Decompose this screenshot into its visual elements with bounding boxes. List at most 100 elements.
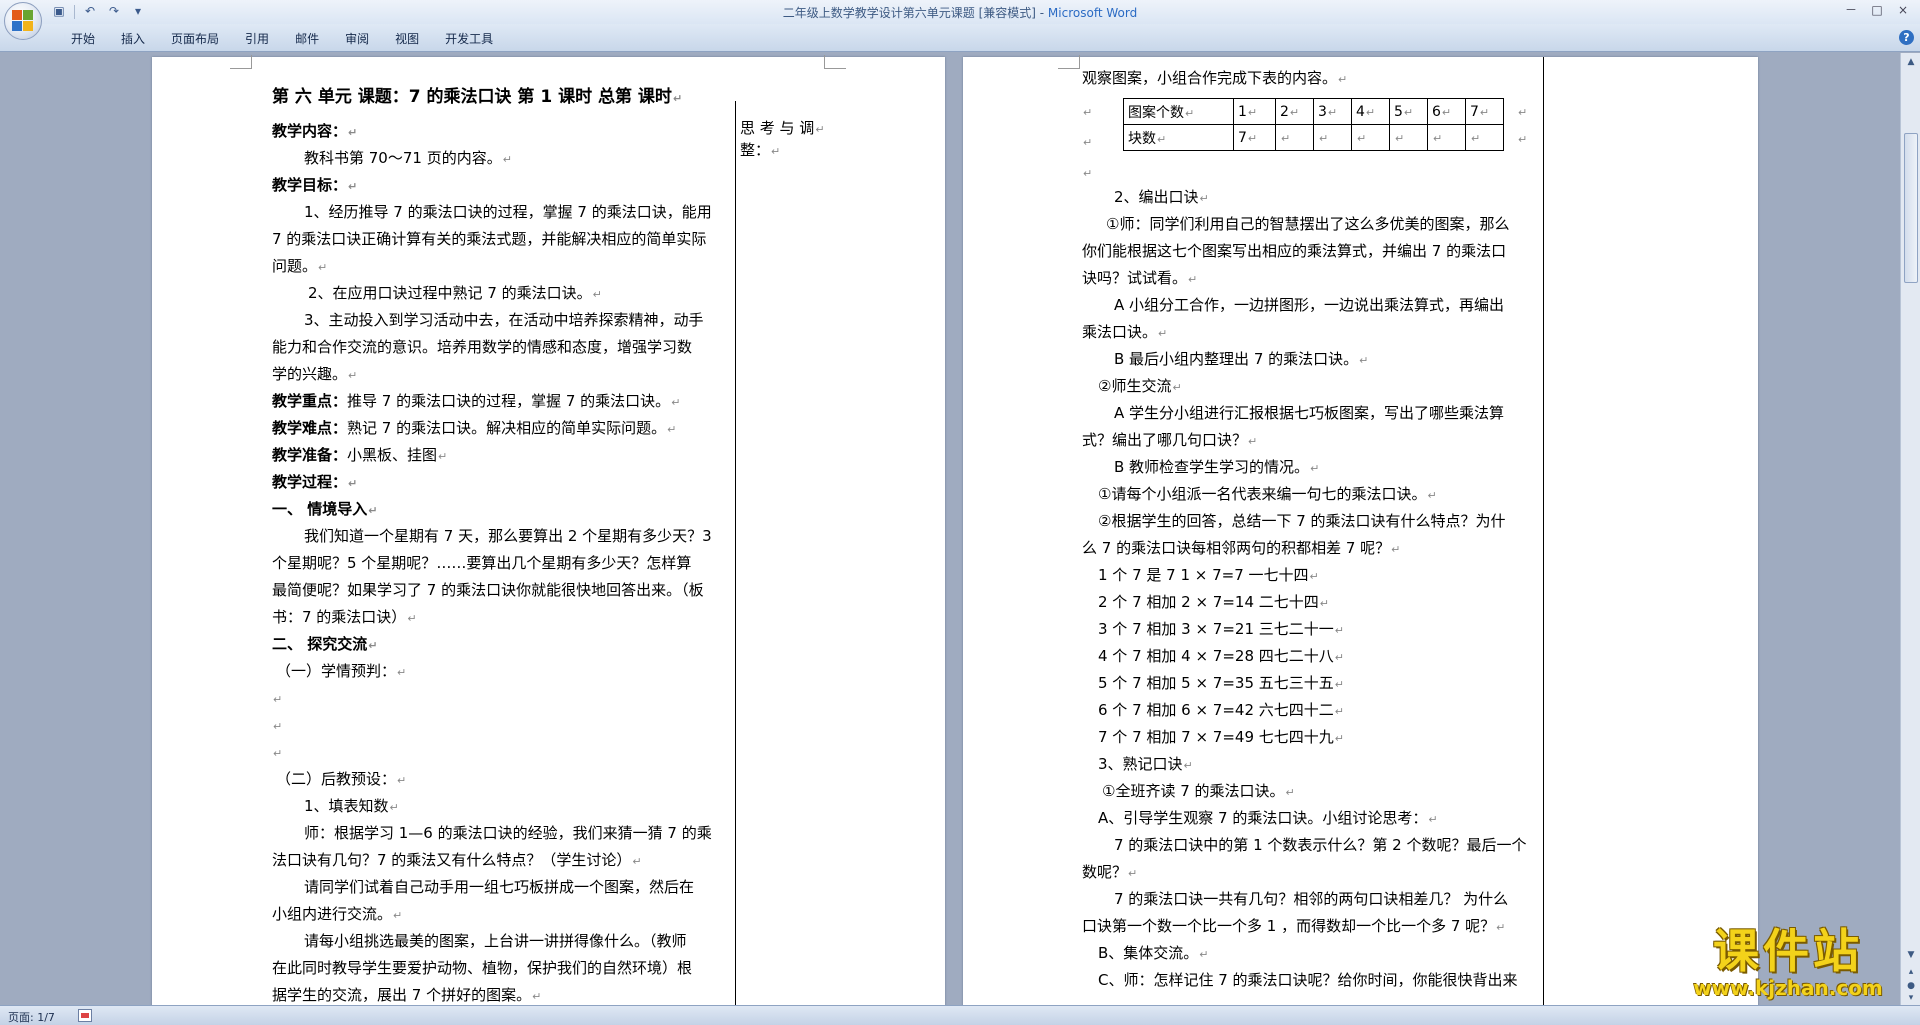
- paragraph: 教学重点：推导 7 的乘法口诀的过程，掌握 7 的乘法口诀。↵: [272, 392, 681, 410]
- paragraph: 3、主动投入到学习活动中去，在活动中培养探索精神，动手: [304, 311, 704, 329]
- paragraph-mark: ↵: [1083, 167, 1093, 180]
- paragraph: 在此同时教导学生要爱护动物、植物，保护我们的自然环境）根: [272, 959, 693, 977]
- paragraph: 口诀第一个数一个比一个多 1 ，而得数却一个比一个多 7 呢？↵: [1082, 917, 1506, 935]
- paragraph: 能力和合作交流的意识。培养用数学的情感和态度，增强学习数: [272, 338, 693, 356]
- document-area[interactable]: 第 六 单元 课题：7 的乘法口诀 第 1 课时 总第 课时↵ 思 考 与 调↵…: [0, 53, 1900, 1005]
- paragraph: 7 的乘法口诀正确计算有关的乘法式题，并能解决相应的简单实际: [272, 230, 707, 248]
- paragraph: 个星期呢？5 个星期呢？……要算出几个星期有多少天？怎样算: [272, 554, 692, 572]
- paragraph: 2、编出口诀↵: [1114, 188, 1209, 206]
- paragraph: 7 的乘法口诀一共有几句？相邻的两句口诀相差几？ 为什么: [1114, 890, 1509, 908]
- tab-page-layout[interactable]: 页面布局: [158, 30, 232, 47]
- close-button[interactable]: ×: [1890, 0, 1916, 20]
- paragraph: 最简便呢？如果学习了 7 的乘法口诀你就能很快地回答出来。（板: [272, 581, 704, 599]
- page-count[interactable]: 页面: 1/7: [8, 1009, 55, 1025]
- paragraph: 法口诀有几句？7 的乘法又有什么特点？（学生讨论）↵: [272, 851, 642, 869]
- paragraph: （一）学情预判：↵: [276, 662, 407, 680]
- paragraph: A、引导学生观察 7 的乘法口诀。小组讨论思考：↵: [1098, 809, 1438, 827]
- paragraph: ②根据学生的回答，总结一下 7 的乘法口诀有什么特点？为什: [1098, 512, 1506, 530]
- paragraph: ①请每个小组派一名代表来编一句七的乘法口诀。↵: [1098, 485, 1437, 503]
- paragraph: ①师：同学们利用自己的智慧摆出了这么多优美的图案，那么: [1106, 215, 1510, 233]
- scroll-thumb[interactable]: [1904, 133, 1918, 283]
- table-cell: 5↵: [1389, 98, 1428, 125]
- paragraph: 师：根据学习 1—6 的乘法口诀的经验，我们来猜一猜 7 的乘: [304, 824, 712, 842]
- office-button[interactable]: [4, 2, 42, 40]
- table-cell: ↵: [1465, 124, 1504, 151]
- table-cell: 1↵: [1233, 98, 1276, 125]
- help-icon[interactable]: ?: [1899, 30, 1914, 45]
- multiplication-row: 4 个 7 相加 4 × 7=28 四七二十八↵: [1098, 647, 1344, 665]
- paragraph-mark: ↵: [1083, 106, 1093, 119]
- proofing-icon[interactable]: [78, 1009, 92, 1022]
- lesson-header: 第 六 单元 课题：7 的乘法口诀 第 1 课时 总第 课时↵: [272, 87, 683, 107]
- table-cell: 2↵: [1275, 98, 1314, 125]
- paragraph: B 最后小组内整理出 7 的乘法口诀。↵: [1114, 350, 1369, 368]
- paragraph: 7 的乘法口诀中的第 1 个数表示什么？第 2 个数呢？最后一个: [1114, 836, 1527, 854]
- paragraph: （二）后教预设：↵: [276, 770, 407, 788]
- multiplication-row: 1 个 7 是 7 1 × 7=7 一七十四↵: [1098, 566, 1319, 584]
- title-bar: ▣ ↶ ↷ ▾ 二年级上数学教学设计第六单元课题 [兼容模式] - Micros…: [0, 0, 1920, 24]
- table-cell: 7↵: [1465, 98, 1504, 125]
- multiplication-row: 6 个 7 相加 6 × 7=42 六七四十二↵: [1098, 701, 1344, 719]
- paragraph: 教科书第 70～71 页的内容。↵: [304, 149, 512, 167]
- table-cell: ↵: [1351, 124, 1390, 151]
- paragraph: 我们知道一个星期有 7 天，那么要算出 2 个星期有多少天？3: [304, 527, 712, 545]
- crop-mark: [1058, 55, 1080, 69]
- minimize-button[interactable]: －: [1838, 0, 1864, 20]
- empty-paragraph: ↵: [273, 747, 283, 760]
- table-cell: 图案个数↵: [1123, 98, 1234, 125]
- paragraph: 小组内进行交流。↵: [272, 905, 403, 923]
- table-cell: ↵: [1427, 124, 1466, 151]
- app-name: Microsoft Word: [1047, 6, 1138, 20]
- paragraph: 1、填表知数↵: [304, 797, 399, 815]
- ribbon-tabs: 开始 插入 页面布局 引用 邮件 审阅 视图 开发工具: [58, 30, 506, 47]
- window-controls: － □ ×: [1838, 0, 1916, 20]
- pattern-table: 图案个数↵ 1↵ 2↵ 3↵ 4↵ 5↵ 6↵ 7↵ 块数↵ 7↵ ↵ ↵ ↵ …: [1123, 98, 1504, 151]
- scroll-up-icon[interactable]: ▲: [1904, 55, 1918, 69]
- paragraph: 你们能根据这七个图案写出相应的乘法算式，并编出 7 的乘法口: [1082, 242, 1507, 260]
- table-row: 图案个数↵ 1↵ 2↵ 3↵ 4↵ 5↵ 6↵ 7↵: [1123, 98, 1504, 125]
- ribbon: 开始 插入 页面布局 引用 邮件 审阅 视图 开发工具 ?: [0, 24, 1920, 52]
- document-title: 二年级上数学教学设计第六单元课题 [兼容模式] -: [782, 6, 1048, 20]
- status-bar: 页面: 1/7: [0, 1005, 1920, 1025]
- empty-paragraph: ↵: [273, 720, 283, 733]
- paragraph: 式？编出了哪几句口诀？↵: [1082, 431, 1258, 449]
- crop-mark: [230, 55, 252, 69]
- tab-mailings[interactable]: 邮件: [282, 30, 332, 47]
- table-cell: ↵: [1313, 124, 1352, 151]
- paragraph: B 教师检查学生学习的情况。↵: [1114, 458, 1320, 476]
- paragraph: 观察图案，小组合作完成下表的内容。↵: [1082, 69, 1348, 87]
- column-divider: [735, 101, 736, 1005]
- paragraph: 问题。↵: [272, 257, 328, 275]
- multiplication-row: 5 个 7 相加 5 × 7=35 五七三十五↵: [1098, 674, 1344, 692]
- paragraph: 请同学们试着自己动手用一组七巧板拼成一个图案，然后在: [304, 878, 695, 896]
- paragraph: 教学内容：↵: [272, 122, 358, 140]
- paragraph: C、师：怎样记住 7 的乘法口诀呢？给你时间，你能很快背出来: [1098, 971, 1518, 989]
- side-note: 整：↵: [740, 141, 781, 159]
- paragraph: 学的兴趣。↵: [272, 365, 358, 383]
- multiplication-row: 3 个 7 相加 3 × 7=21 三七二十一↵: [1098, 620, 1344, 638]
- table-cell: ↵: [1389, 124, 1428, 151]
- section-heading: 二、 探究交流↵: [272, 635, 378, 653]
- table-cell: 3↵: [1313, 98, 1352, 125]
- office-logo-icon: [12, 10, 34, 32]
- table-cell: 4↵: [1351, 98, 1390, 125]
- tab-references[interactable]: 引用: [232, 30, 282, 47]
- table-cell: ↵: [1275, 124, 1314, 151]
- paragraph: 据学生的交流，展出 7 个拼好的图案。↵: [272, 986, 542, 1004]
- row-end-mark: ↵: [1518, 133, 1528, 146]
- tab-developer[interactable]: 开发工具: [432, 30, 506, 47]
- tab-view[interactable]: 视图: [382, 30, 432, 47]
- paragraph: 么 7 的乘法口诀每相邻两句的积都相差 7 呢？↵: [1082, 539, 1401, 557]
- tab-insert[interactable]: 插入: [108, 30, 158, 47]
- paragraph: B、集体交流。↵: [1098, 944, 1209, 962]
- window-title: 二年级上数学教学设计第六单元课题 [兼容模式] - Microsoft Word: [0, 4, 1920, 21]
- paragraph: ①全班齐读 7 的乘法口诀。↵: [1102, 782, 1295, 800]
- paragraph: 乘法口诀。↵: [1082, 323, 1168, 341]
- paragraph: A 学生分小组进行汇报根据七巧板图案，写出了哪些乘法算: [1114, 404, 1505, 422]
- vertical-scrollbar[interactable]: ▲ ▼ ▴ ● ▾: [1900, 53, 1920, 1005]
- page-1: 第 六 单元 课题：7 的乘法口诀 第 1 课时 总第 课时↵ 思 考 与 调↵…: [152, 55, 945, 1005]
- tab-review[interactable]: 审阅: [332, 30, 382, 47]
- paragraph: 诀吗？试试看。↵: [1082, 269, 1198, 287]
- maximize-button[interactable]: □: [1864, 0, 1890, 20]
- tab-home[interactable]: 开始: [58, 30, 108, 47]
